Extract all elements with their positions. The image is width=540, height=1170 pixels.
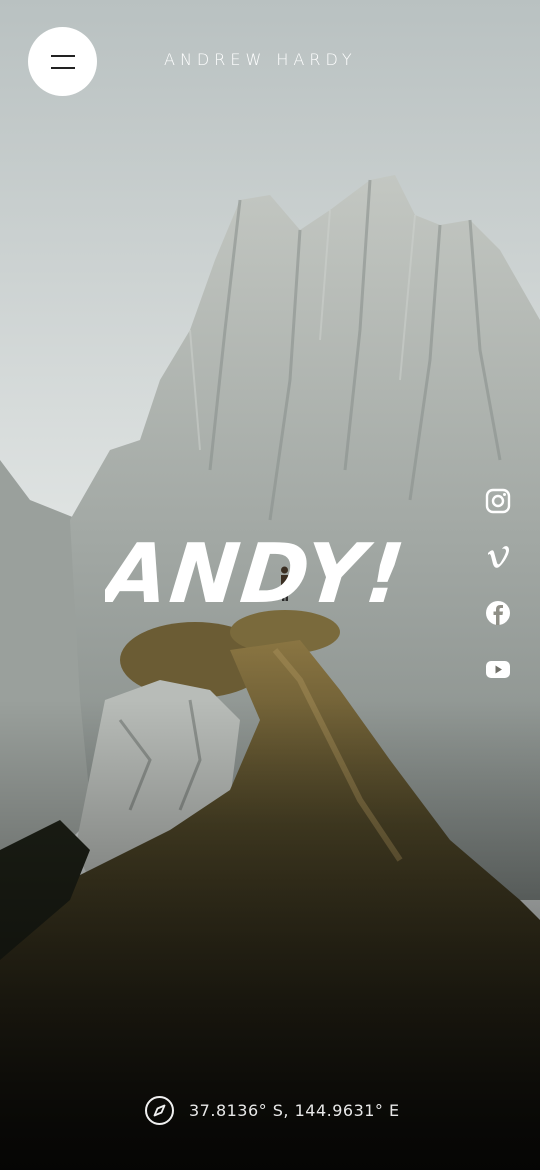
hero-title: ANDY! <box>105 527 411 622</box>
vimeo-icon[interactable] <box>484 543 512 571</box>
instagram-icon[interactable] <box>484 487 512 515</box>
hamburger-line-top <box>50 54 75 57</box>
location-coordinates: 37.8136° S, 144.9631° E <box>144 1095 400 1126</box>
brand-name[interactable]: ANDREW HARDY <box>164 50 357 69</box>
facebook-icon[interactable] <box>484 599 512 627</box>
social-links <box>484 487 514 683</box>
menu-button[interactable] <box>28 27 97 96</box>
coordinates-text: 37.8136° S, 144.9631° E <box>189 1101 400 1120</box>
hero-title-text: ANDY! <box>105 527 411 622</box>
compass-icon <box>145 1096 174 1125</box>
youtube-icon[interactable] <box>484 655 512 683</box>
hamburger-line-bottom <box>50 66 75 69</box>
